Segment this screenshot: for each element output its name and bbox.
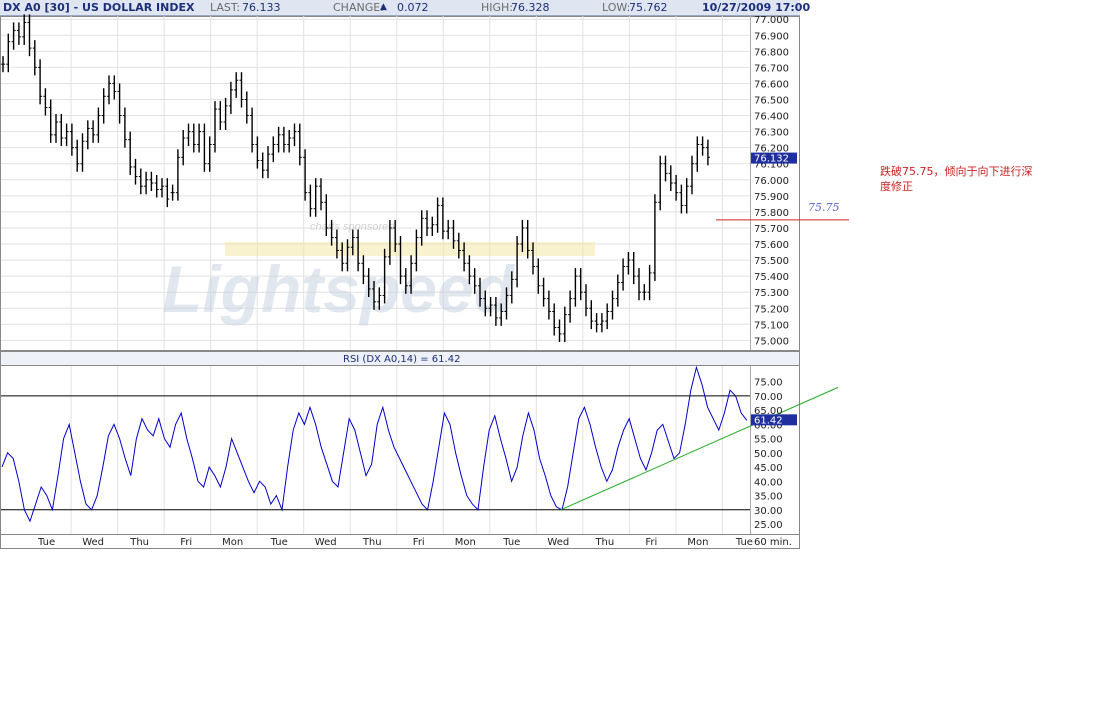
x-tick-label: Fri [413, 537, 425, 548]
x-tick-label: Thu [362, 537, 382, 548]
price-tick-label: 75.000 [754, 336, 789, 347]
price-tick-label: 75.100 [754, 320, 789, 331]
price-tick-label: 75.300 [754, 288, 789, 299]
rsi-tick-label: 50.00 [754, 449, 783, 460]
price-tick-label: 75.500 [754, 256, 789, 267]
interval-label: 60 min. [754, 537, 792, 548]
price-tick-label: 75.900 [754, 192, 789, 203]
rsi-tick-label: 30.00 [754, 506, 783, 517]
rsi-tick-label: 45.00 [754, 463, 783, 474]
price-tick-label: 75.400 [754, 272, 789, 283]
price-tick-label: 76.300 [754, 128, 789, 139]
price-tick-label: 76.600 [754, 79, 789, 90]
x-tick-label: Wed [315, 537, 337, 548]
rsi-tick-label: 75.00 [754, 378, 783, 389]
rsi-tick-label: 40.00 [754, 477, 783, 488]
sponsor-watermark: charts sponsored Lightspeed [162, 221, 595, 326]
price-tick-label: 77.000 [754, 15, 789, 26]
x-tick-label: Tue [37, 537, 55, 548]
rsi-tick-label: 35.00 [754, 492, 783, 503]
x-tick-label: Wed [82, 537, 104, 548]
x-tick-label: Thu [594, 537, 614, 548]
x-tick-label: Tue [502, 537, 520, 548]
x-axis-band [0, 534, 800, 549]
chart-svg: charts sponsored Lightspeed 77.000 76.900… [0, 14, 1033, 549]
rsi-last-marker: 61.42 [751, 414, 797, 426]
rsi-support-trendline [560, 386, 839, 511]
price-tick-label: 75.200 [754, 304, 789, 315]
price-tick-label: 76.500 [754, 96, 789, 107]
chart-window: DX A0 [30] - US DOLLAR INDEX LAST: 76.13… [0, 0, 1111, 717]
rsi-line [1, 365, 748, 523]
price-tick-label: 76.700 [754, 63, 789, 74]
rsi-pane-title: RSI (DX A0,14) = 61.42 [343, 354, 460, 365]
price-tick-label: 75.600 [754, 240, 789, 251]
x-tick-label: Mon [687, 537, 708, 548]
x-tick-label: Tue [735, 537, 753, 548]
x-tick-label: Wed [547, 537, 569, 548]
x-tick-label: Fri [645, 537, 657, 548]
price-last-marker: 76.132 [751, 152, 797, 165]
rsi-axis-ticks: 75.0070.0065.0060.0055.0050.0045.0040.00… [754, 378, 783, 531]
level-annotation-label: 75.75 [808, 201, 840, 214]
price-tick-label: 76.800 [754, 47, 789, 58]
x-tick-label: Fri [180, 537, 192, 548]
rsi-tick-label: 25.00 [754, 520, 783, 531]
annotation-note-line1: 跌破75.75，倾向于向下进行深 [880, 164, 1033, 178]
price-tick-label: 76.400 [754, 112, 789, 123]
watermark-brand-text: Lightspeed [162, 252, 516, 326]
price-tick-label: 75.700 [754, 224, 789, 235]
rsi-last-marker-text: 61.42 [754, 415, 783, 426]
annotation-note-line2: 度修正 [880, 179, 913, 193]
price-tick-label: 75.800 [754, 208, 789, 219]
rsi-tick-label: 55.00 [754, 435, 783, 446]
x-tick-label: Thu [129, 537, 149, 548]
x-tick-label: Mon [222, 537, 243, 548]
rsi-tick-label: 70.00 [754, 392, 783, 403]
price-axis-ticks: 77.000 76.900 76.800 76.700 76.600 76.500 76.4… [754, 15, 789, 347]
price-tick-label: 76.000 [754, 176, 789, 187]
price-tick-label: 76.900 [754, 31, 789, 42]
x-tick-label: Mon [455, 537, 476, 548]
price-last-marker-text: 76.132 [754, 154, 789, 165]
x-tick-label: Tue [270, 537, 288, 548]
